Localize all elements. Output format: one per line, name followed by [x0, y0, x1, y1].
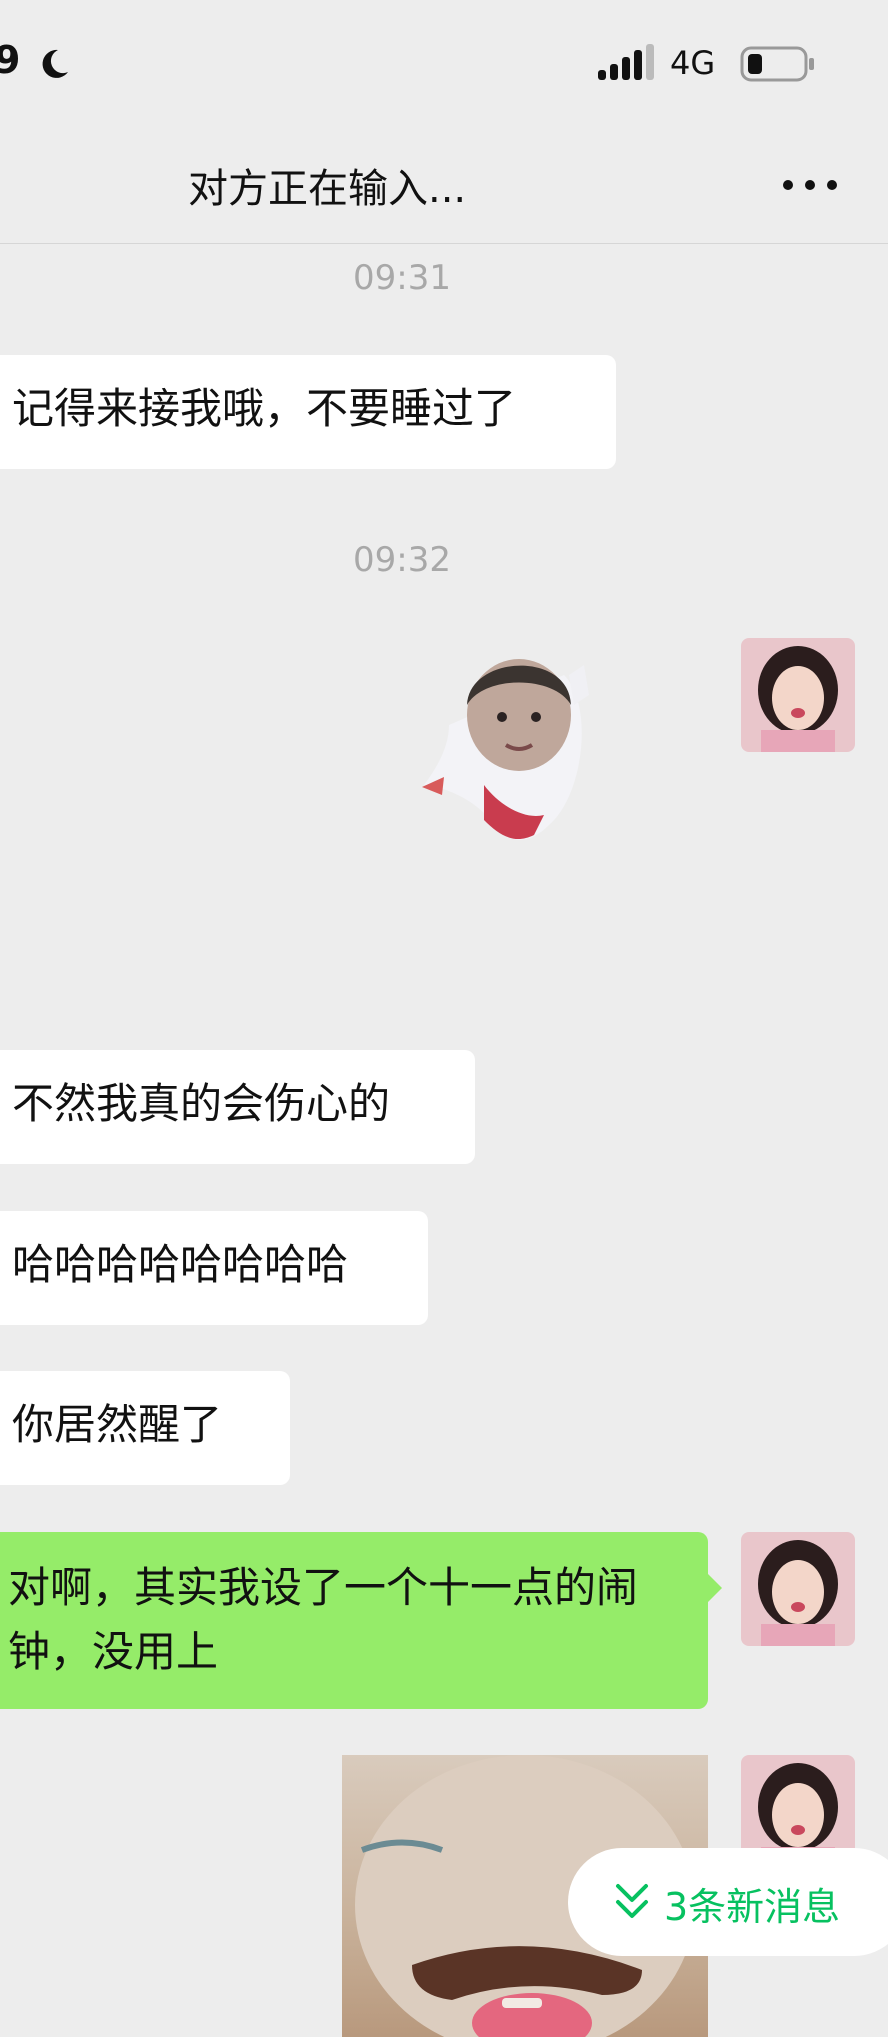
double-chevron-down-icon	[616, 1884, 648, 1918]
avatar[interactable]	[741, 1532, 855, 1646]
avatar[interactable]	[741, 638, 855, 752]
outgoing-message[interactable]: 对啊，其实我设了一个十一点的闹钟，没用上	[0, 1532, 708, 1709]
status-bar: 9 4G	[0, 0, 888, 130]
chat-header: 对方正在输入...	[0, 130, 888, 244]
timestamp: 09:32	[353, 540, 451, 580]
status-time: 9	[0, 38, 21, 82]
new-messages-label: 3条新消息	[664, 1885, 841, 1929]
more-icon[interactable]	[780, 170, 840, 200]
incoming-message[interactable]: 不然我真的会伤心的	[0, 1050, 475, 1164]
battery-icon	[740, 46, 814, 82]
timestamp: 09:31	[353, 258, 451, 298]
incoming-message[interactable]: 记得来接我哦，不要睡过了	[0, 355, 616, 469]
incoming-message[interactable]: 你居然醒了	[0, 1371, 290, 1485]
signal-icon	[598, 44, 654, 80]
moon-icon	[42, 49, 68, 78]
chat-title: 对方正在输入...	[188, 166, 467, 212]
incoming-message[interactable]: 哈哈哈哈哈哈哈哈	[0, 1211, 428, 1325]
new-messages-button[interactable]: 3条新消息	[568, 1848, 888, 1956]
bubble-tail	[708, 1574, 722, 1602]
chat-screen: 9 4G 对方正在输入... 09:31 记得来接我哦，不要睡过了 09:32	[0, 0, 888, 2037]
network-type: 4G	[670, 44, 716, 82]
sticker-image[interactable]	[414, 635, 614, 865]
